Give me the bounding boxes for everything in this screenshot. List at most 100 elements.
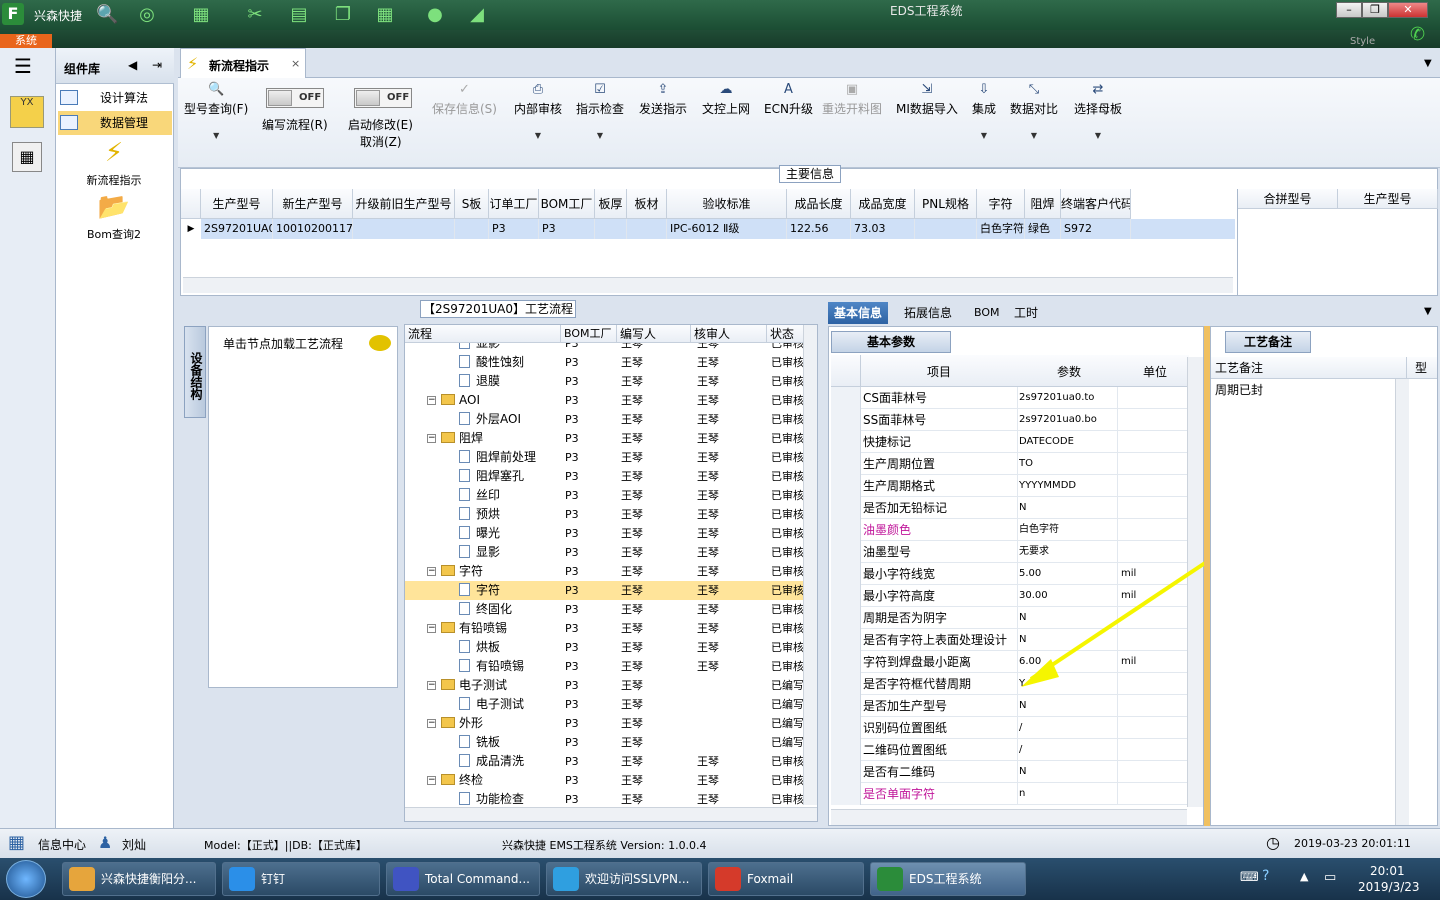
param-value[interactable]: N [1019,761,1119,783]
model-query-button[interactable]: 🔍 型号查询(F) ▼ [184,82,248,140]
tree-node[interactable]: 烘板 [459,638,500,657]
main-info-cell[interactable]: P3 [539,219,595,239]
internal-review-button[interactable]: ⎙ 内部审核 ▼ [514,82,562,140]
param-value[interactable]: N [1019,695,1119,717]
main-info-col-header[interactable]: 成品长度 [787,189,851,219]
arrow-left-icon[interactable]: ◀ [128,58,137,72]
main-info-cell[interactable]: IPC-6012 Ⅱ级 [667,219,787,239]
tree-row[interactable]: 显影 P3 王琴 王琴 已审核 [405,543,805,562]
style-label[interactable]: Style [1350,36,1375,47]
data-compare-button[interactable]: ⤡ 数据对比 ▼ [1010,82,1058,140]
main-info-col-header[interactable]: 板材 [627,189,667,219]
integrate-button[interactable]: ⇩ 集成 ▼ [972,82,996,140]
param-value[interactable]: DATECODE [1019,431,1119,453]
param-value[interactable]: TO [1019,453,1119,475]
main-info-col-header[interactable]: 生产型号 [201,189,273,219]
tree-row[interactable]: − 终检 P3 王琴 王琴 已审核 [405,771,805,790]
windows-grid-icon[interactable]: ▦ [8,833,30,853]
param-row[interactable]: 是否加生产型号 N [831,695,1189,717]
scissors-icon[interactable]: ✂ [244,4,266,26]
tree-node[interactable]: 有铅喷锡 [459,657,524,676]
factory-icon[interactable]: YX [10,96,44,128]
tree-node[interactable]: 终检 [441,771,483,790]
main-info-cell[interactable] [353,219,455,239]
tree-node[interactable]: 显影 [459,343,500,353]
phone-icon[interactable]: ✆ [1410,24,1425,45]
param-row[interactable]: 油墨颜色 白色字符 [831,519,1189,541]
horizontal-scrollbar[interactable] [183,277,1233,293]
taskbar-item-wechat[interactable]: 兴森快捷衡阳分... [62,862,216,896]
tree-row[interactable]: 铣板 P3 王琴 已编写 [405,733,805,752]
copy-icon[interactable]: ❐ [332,4,354,26]
param-value[interactable]: / [1019,739,1119,761]
start-button[interactable] [6,860,46,898]
col-bom-factory[interactable]: BOM工厂 [561,325,617,343]
tree-node[interactable]: 字符 [459,581,500,600]
taskbar-item-foxmail[interactable]: Foxmail [708,862,864,896]
network-icon[interactable]: ▭ [1324,870,1336,885]
main-info-cell[interactable] [455,219,489,239]
main-info-cell[interactable]: 绿色 [1025,219,1061,239]
calculator-icon[interactable]: ▦ [12,142,42,172]
collapse-icon[interactable]: − [427,776,436,785]
param-row[interactable]: 生产周期位置 TO [831,453,1189,475]
taskbar-date[interactable]: 2019/3/23 [1358,880,1420,894]
taskbar-item-ie[interactable]: 欢迎访问SSLVPN... [546,862,702,896]
tab-basic-info[interactable]: 基本信息 [828,302,889,324]
tree-row[interactable]: 有铅喷锡 P3 王琴 王琴 已审核 [405,657,805,676]
tree-row[interactable]: 显影 P3 王琴 王琴 已审核 [405,343,805,353]
mi-import-button[interactable]: ⇲ MI数据导入 [896,82,958,117]
tree-node[interactable]: 终固化 [459,600,512,619]
system-tab[interactable]: 系统 [0,34,52,48]
close-button[interactable]: ✕ [1388,2,1428,18]
tree-row[interactable]: 阻焊前处理 P3 王琴 王琴 已审核 [405,448,805,467]
equipment-structure-tab[interactable]: 设备结构 [184,326,206,418]
main-info-cell[interactable]: 2S97201UA0 [201,219,273,239]
param-row[interactable]: 是否有二维码 N [831,761,1189,783]
param-value[interactable]: YYYYMMDD [1019,475,1119,497]
collapse-icon[interactable]: − [427,567,436,576]
tree-row[interactable]: − 外形 P3 王琴 已编写 [405,714,805,733]
main-info-col-header[interactable]: 终端客户代码 [1061,189,1131,219]
main-info-col-header[interactable]: 验收标准 [667,189,787,219]
tab-bom[interactable]: BOM [968,302,1006,324]
col-status[interactable]: 状态 [767,325,805,343]
info-center-link[interactable]: 信息中心 [38,836,86,853]
remarks-subtab[interactable]: 工艺备注 [1225,331,1311,353]
tree-row[interactable]: 成品清洗 P3 王琴 王琴 已审核 [405,752,805,771]
start-edit-toggle[interactable]: OFF [354,88,412,108]
main-info-col-header[interactable]: 订单工厂 [489,189,539,219]
main-info-cell[interactable] [915,219,977,239]
chart-icon[interactable]: ◢ [466,4,488,26]
main-info-cell[interactable] [595,219,627,239]
param-value[interactable]: 白色字符 [1019,519,1119,541]
tab-work-hours[interactable]: 工时 [1008,302,1044,324]
tree-node[interactable]: 退膜 [459,372,500,391]
search-icon[interactable]: 🔍 [96,4,118,26]
production-model-header[interactable]: 生产型号 [1338,189,1438,209]
keyboard-icon[interactable]: ⌨ [1240,870,1259,885]
tree-row[interactable]: 字符 P3 王琴 王琴 已审核 [405,581,805,600]
tree-node[interactable]: 字符 [441,562,483,581]
param-row[interactable]: CS面菲林号 2s97201ua0.to [831,387,1189,409]
tree-node[interactable]: 丝印 [459,486,500,505]
collapse-icon[interactable]: − [427,719,436,728]
param-row[interactable]: 是否加无铅标记 N [831,497,1189,519]
minimize-button[interactable]: – [1336,2,1362,18]
table-icon[interactable]: ▦ [374,4,396,26]
taskbar-time[interactable]: 20:01 [1370,864,1405,878]
remark-value[interactable]: 周期已封 [1215,381,1263,398]
basic-params-subtab[interactable]: 基本参数 [831,331,951,353]
param-value[interactable]: n [1019,783,1119,805]
param-row[interactable]: SS面菲林号 2s97201ua0.bo [831,409,1189,431]
tree-node[interactable]: AOI [441,391,480,410]
tree-node[interactable]: 酸性蚀刻 [459,353,524,372]
tree-row[interactable]: − AOI P3 王琴 王琴 已审核 [405,391,805,410]
taskbar-item-dingtalk[interactable]: 钉钉 [222,862,380,896]
main-info-col-header[interactable]: 阻焊 [1025,189,1061,219]
ecn-upgrade-button[interactable]: A ECN升级 [764,82,813,117]
tree-row[interactable]: 烘板 P3 王琴 王琴 已审核 [405,638,805,657]
tree-row[interactable]: 曝光 P3 王琴 王琴 已审核 [405,524,805,543]
tree-node[interactable]: 电子测试 [441,676,507,695]
help-icon[interactable]: ? [1262,868,1269,884]
